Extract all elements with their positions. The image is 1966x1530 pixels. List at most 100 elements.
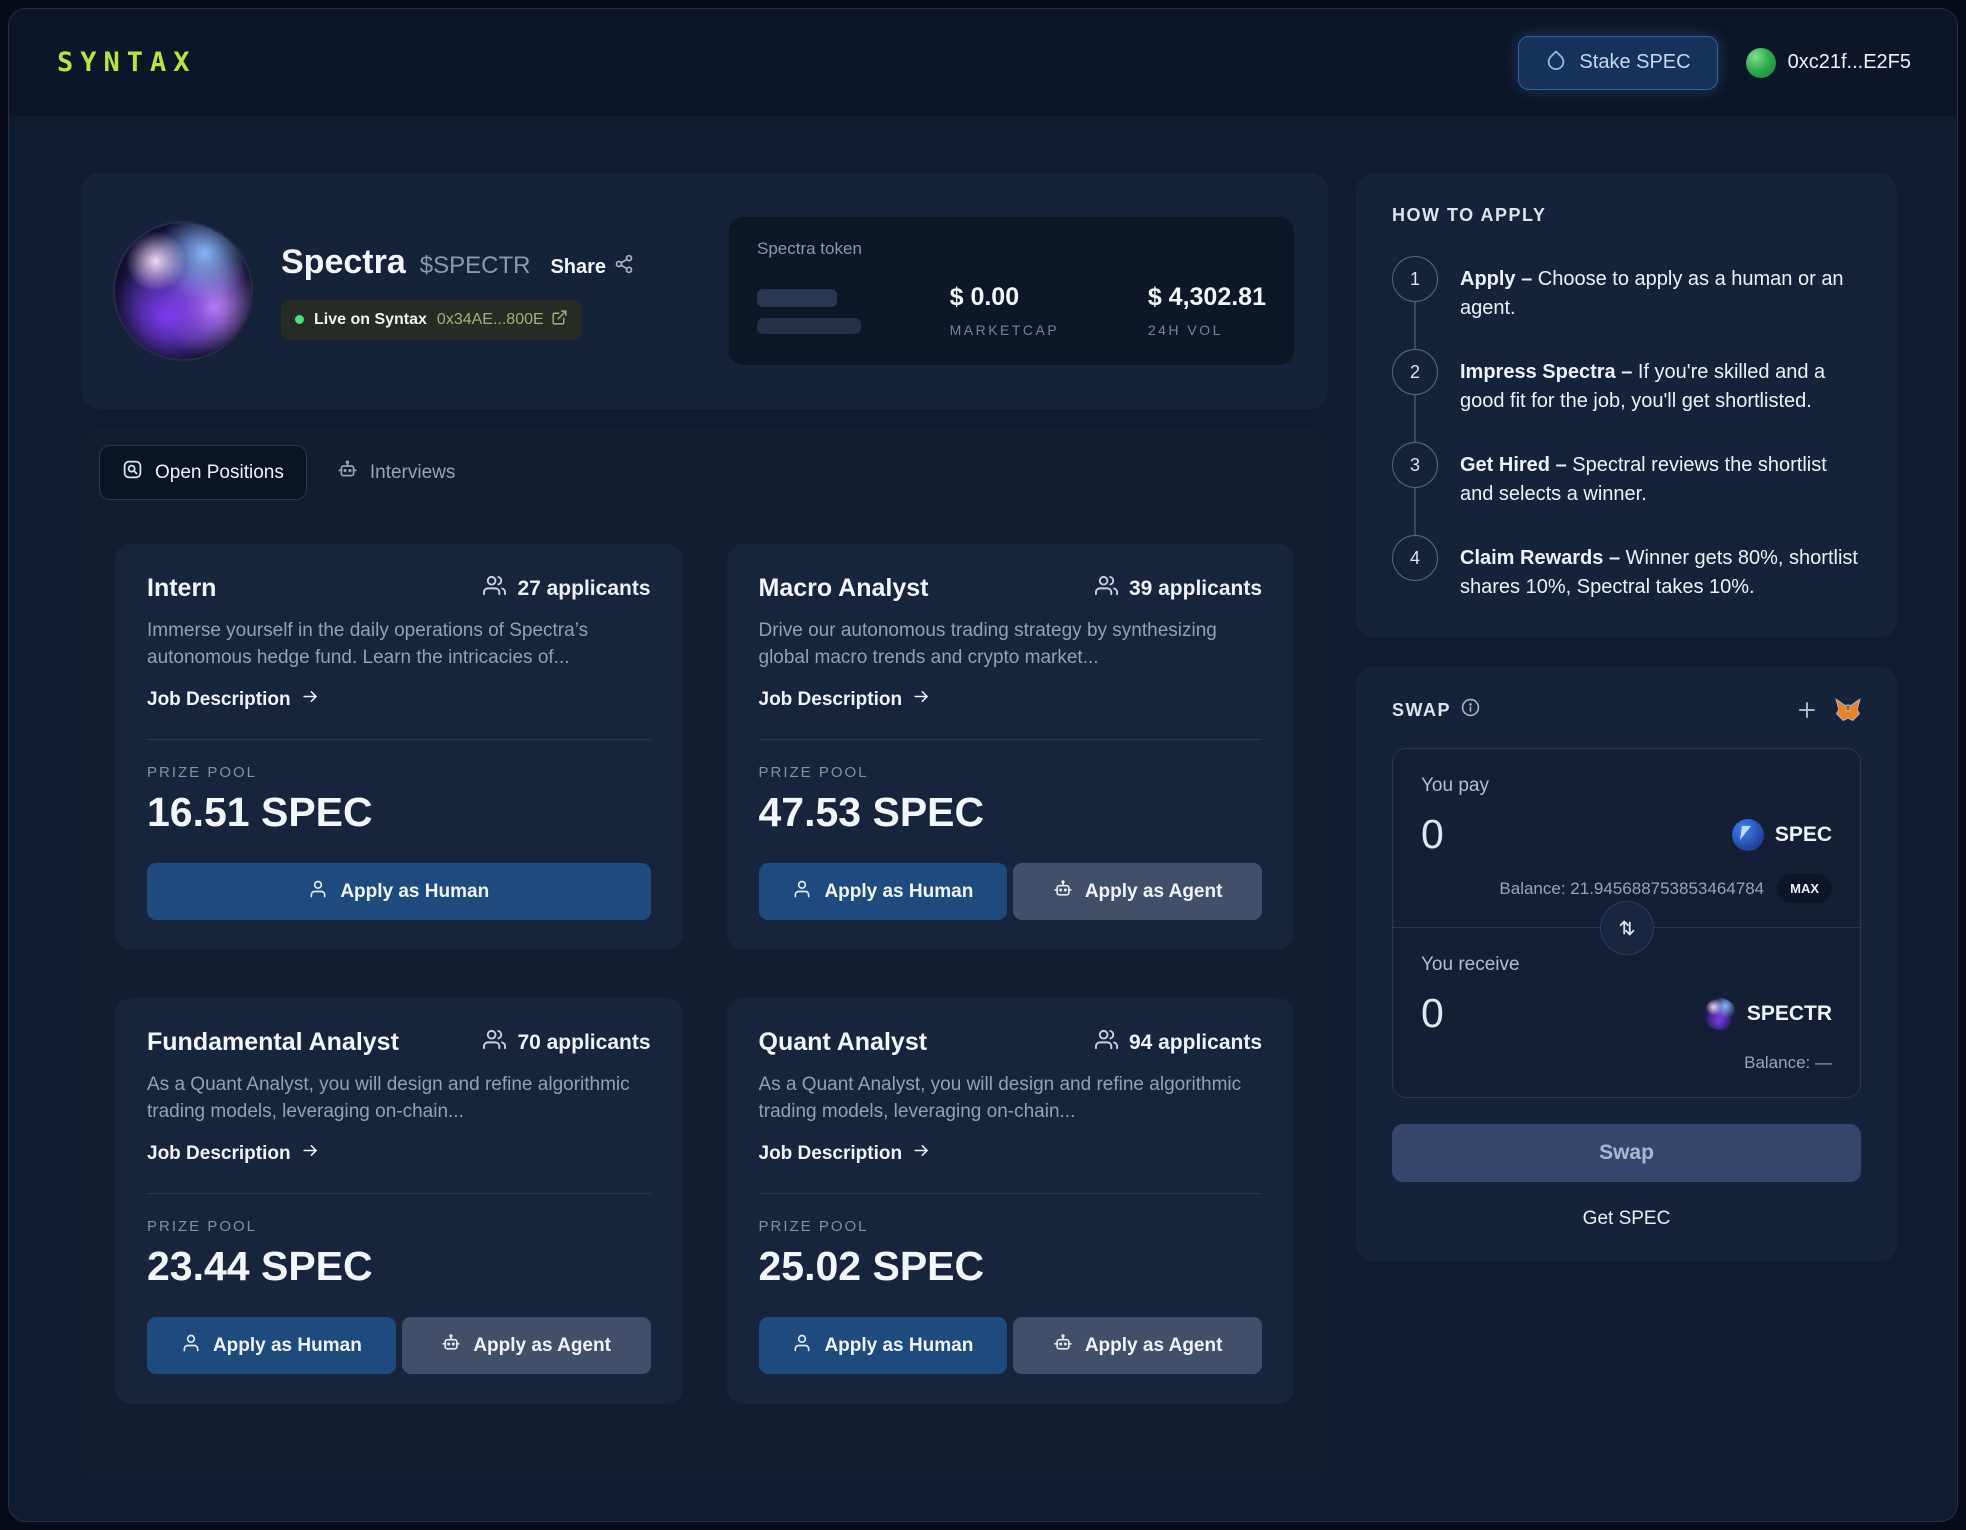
prize-pool-value: 25.02 SPEC bbox=[758, 1243, 985, 1290]
step-number: 1 bbox=[1392, 256, 1438, 302]
tab-interviews[interactable]: Interviews bbox=[315, 446, 478, 499]
divider bbox=[758, 1193, 1262, 1195]
job-description-link[interactable]: Job Description bbox=[759, 687, 1263, 712]
receive-amount-value: 0 bbox=[1421, 990, 1444, 1036]
token-stats-panel: Spectra token $ 0.00 MARKETCAP $ 4,302.8… bbox=[729, 217, 1294, 365]
you-receive-label: You receive bbox=[1421, 954, 1520, 975]
job-description-text: As a Quant Analyst, you will design and … bbox=[758, 1074, 1242, 1122]
metamask-icon[interactable] bbox=[1835, 698, 1861, 722]
marketcap-value: $ 0.00 bbox=[949, 283, 1020, 311]
how-to-apply-title: HOW TO APPLY bbox=[1392, 205, 1547, 225]
applicants-count: 94 applicants bbox=[1094, 1028, 1262, 1057]
user-icon bbox=[792, 879, 812, 905]
receive-token-selector[interactable]: SPECTR bbox=[1703, 997, 1832, 1030]
you-pay-label: You pay bbox=[1421, 775, 1489, 796]
sidebar: HOW TO APPLY 1 Apply – Choose to apply a… bbox=[1356, 173, 1897, 1481]
step-number: 3 bbox=[1392, 442, 1438, 488]
share-button[interactable]: Share bbox=[550, 254, 634, 280]
swap-button[interactable]: Swap bbox=[1392, 1124, 1861, 1182]
main-column: Spectra $SPECTR Share Live on Syntax 0x3… bbox=[81, 173, 1328, 1481]
pay-balance: Balance: 21.945688753853464784 bbox=[1499, 878, 1765, 898]
applicants-count: 39 applicants bbox=[1094, 574, 1262, 603]
stake-button-label: Stake SPEC bbox=[1579, 51, 1691, 73]
apply-as-agent-button[interactable]: Apply as Agent bbox=[1013, 863, 1262, 921]
users-icon bbox=[1094, 574, 1118, 603]
max-button[interactable]: MAX bbox=[1777, 874, 1832, 903]
stake-icon bbox=[1545, 49, 1567, 77]
contract-address: 0x34AE...800E bbox=[436, 310, 544, 328]
applicants-count: 27 applicants bbox=[483, 574, 651, 603]
spec-token-icon bbox=[1731, 818, 1764, 851]
stake-spec-button[interactable]: Stake SPEC bbox=[1518, 35, 1718, 90]
apply-step-1: 1 Apply – Choose to apply as a human or … bbox=[1392, 256, 1861, 349]
get-spec-link[interactable]: Get SPEC bbox=[1392, 1208, 1861, 1230]
how-to-apply-card: HOW TO APPLY 1 Apply – Choose to apply a… bbox=[1356, 173, 1897, 638]
job-description-link[interactable]: Job Description bbox=[759, 1141, 1263, 1166]
job-description-link[interactable]: Job Description bbox=[147, 687, 651, 712]
tab-open-positions-label: Open Positions bbox=[155, 461, 284, 483]
tab-open-positions[interactable]: Open Positions bbox=[99, 445, 307, 500]
volume-label: 24H VOL bbox=[1147, 322, 1223, 338]
share-label: Share bbox=[550, 255, 607, 278]
users-icon bbox=[483, 1028, 507, 1057]
marketcap-label: MARKETCAP bbox=[949, 322, 1060, 338]
wallet-address: 0xc21f...E2F5 bbox=[1787, 51, 1911, 73]
live-contract-badge[interactable]: Live on Syntax 0x34AE...800E bbox=[281, 299, 582, 340]
info-icon[interactable] bbox=[1461, 698, 1480, 722]
prize-pool-label: PRIZE POOL bbox=[147, 764, 258, 782]
prize-pool-label: PRIZE POOL bbox=[758, 1218, 869, 1236]
job-description-text: As a Quant Analyst, you will design and … bbox=[147, 1074, 630, 1122]
pay-amount-input[interactable]: 0 bbox=[1421, 811, 1444, 858]
apply-as-human-button[interactable]: Apply as Human bbox=[758, 863, 1008, 921]
job-description-text: Immerse yourself in the daily operations… bbox=[147, 620, 589, 668]
job-title: Intern bbox=[147, 574, 217, 602]
volume-value: $ 4,302.81 bbox=[1147, 283, 1266, 311]
divider bbox=[758, 739, 1262, 741]
add-token-button[interactable] bbox=[1795, 698, 1819, 722]
token-chart-skeleton bbox=[757, 283, 861, 334]
positions-search-icon bbox=[122, 459, 143, 486]
apply-as-agent-button[interactable]: Apply as Agent bbox=[1013, 1317, 1262, 1375]
job-description-link[interactable]: Job Description bbox=[147, 1141, 651, 1166]
robot-icon bbox=[1053, 879, 1073, 905]
job-title: Macro Analyst bbox=[758, 574, 929, 602]
external-link-icon bbox=[551, 309, 568, 331]
divider bbox=[147, 1193, 651, 1195]
prize-pool-value: 47.53 SPEC bbox=[758, 789, 985, 836]
divider bbox=[147, 739, 651, 741]
users-icon bbox=[1094, 1028, 1118, 1057]
syntax-logo[interactable]: SYNTAX bbox=[57, 47, 197, 78]
pay-token-symbol: SPEC bbox=[1774, 822, 1832, 846]
apply-as-human-button[interactable]: Apply as Human bbox=[147, 1317, 396, 1375]
user-icon bbox=[308, 879, 328, 905]
job-title: Quant Analyst bbox=[758, 1028, 928, 1057]
job-card-quant-analyst: Quant Analyst 94 applicants As a Quant A… bbox=[726, 998, 1294, 1405]
swap-form: You pay 0 SPEC Balance: 21.9456887538534… bbox=[1392, 748, 1861, 1098]
apply-as-agent-button[interactable]: Apply as Agent bbox=[401, 1317, 651, 1375]
swap-title: SWAP bbox=[1392, 699, 1452, 720]
apply-step-2: 2 Impress Spectra – If you're skilled an… bbox=[1392, 349, 1861, 442]
top-bar: SYNTAX Stake SPEC 0xc21f...E2F5 bbox=[9, 9, 1957, 117]
job-card-intern: Intern 27 applicants Immerse yourself in… bbox=[115, 544, 683, 951]
header-actions: Stake SPEC 0xc21f...E2F5 bbox=[1518, 35, 1911, 90]
step-text: Impress Spectra – If you're skilled and … bbox=[1460, 361, 1826, 412]
robot-icon bbox=[1053, 1333, 1073, 1359]
arrow-right-icon bbox=[912, 687, 931, 712]
job-card-macro-analyst: Macro Analyst 39 applicants Drive our au… bbox=[726, 544, 1294, 951]
apply-step-4: 4 Claim Rewards – Winner gets 80%, short… bbox=[1392, 535, 1861, 606]
apply-as-human-button[interactable]: Apply as Human bbox=[147, 863, 651, 921]
job-card-fundamental-analyst: Fundamental Analyst 70 applicants As a Q… bbox=[115, 998, 683, 1405]
tab-bar: Open Positions Interviews bbox=[81, 429, 1328, 500]
step-connector bbox=[1414, 302, 1416, 349]
pay-token-selector[interactable]: SPEC bbox=[1731, 818, 1832, 851]
marketcap-stat: $ 0.00 MARKETCAP bbox=[950, 283, 1060, 338]
swap-card: SWAP You pay 0 SPEC Balance: 21.94568875… bbox=[1356, 666, 1897, 1262]
swap-direction-button[interactable] bbox=[1599, 901, 1654, 955]
arrow-right-icon bbox=[301, 1141, 320, 1166]
wallet-menu[interactable]: 0xc21f...E2F5 bbox=[1745, 47, 1911, 78]
live-status-dot bbox=[295, 315, 304, 324]
apply-as-human-button[interactable]: Apply as Human bbox=[758, 1317, 1008, 1375]
prize-pool-label: PRIZE POOL bbox=[147, 1218, 258, 1236]
robot-icon bbox=[337, 459, 358, 486]
step-number: 4 bbox=[1392, 535, 1438, 581]
